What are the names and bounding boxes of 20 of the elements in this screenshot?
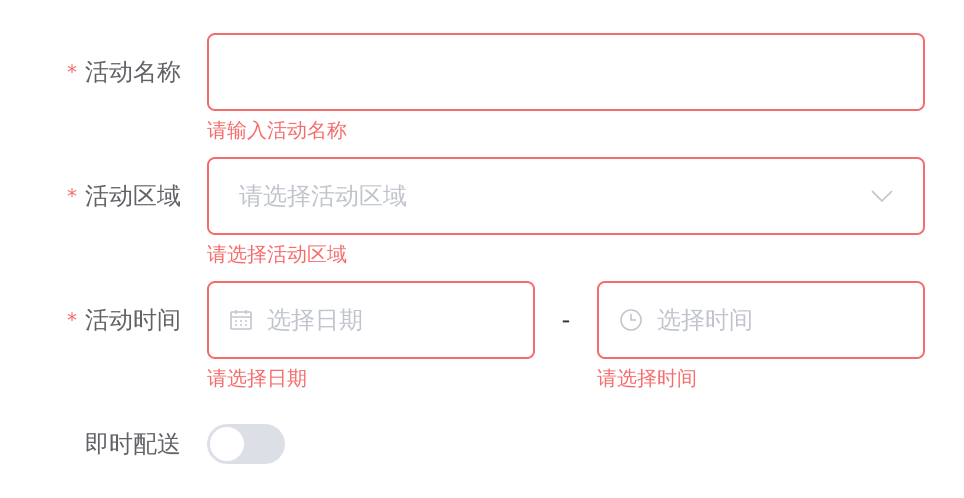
required-mark: * bbox=[67, 308, 77, 332]
field-label: 即时配送 bbox=[85, 429, 181, 460]
error-message: 请输入活动名称 bbox=[207, 117, 348, 144]
calendar-icon bbox=[229, 308, 253, 332]
select-field[interactable]: 请选择活动区域 bbox=[207, 157, 925, 235]
error-message: 请选择日期 bbox=[207, 365, 308, 392]
error-message: 请选择活动区域 bbox=[207, 241, 348, 268]
clock-icon bbox=[619, 308, 643, 332]
input-field[interactable] bbox=[207, 33, 925, 111]
field-label: 活动区域 bbox=[85, 181, 181, 212]
range-separator: - bbox=[560, 305, 572, 336]
chevron-down-icon bbox=[871, 190, 893, 202]
required-mark: * bbox=[67, 184, 77, 208]
date-picker-field[interactable]: 选择日期 bbox=[207, 281, 535, 359]
field-label: 活动时间 bbox=[85, 305, 181, 336]
field-label: 活动名称 bbox=[85, 57, 181, 88]
toggle-switch[interactable] bbox=[207, 424, 285, 464]
time-picker-field[interactable]: 选择时间 bbox=[597, 281, 925, 359]
required-mark: * bbox=[67, 60, 77, 84]
error-message: 请选择时间 bbox=[597, 365, 698, 392]
